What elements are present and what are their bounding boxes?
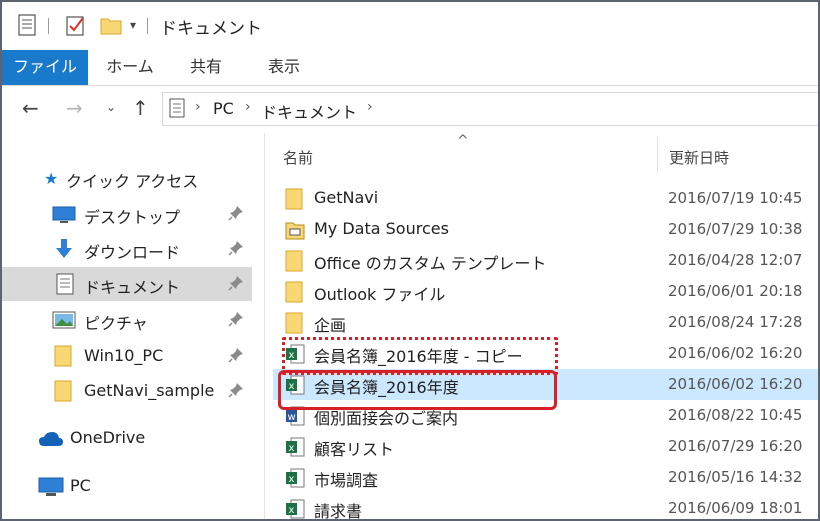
svg-text:x: x bbox=[289, 474, 295, 485]
file-name: Office のカスタム テンプレート bbox=[314, 254, 547, 273]
svg-text:x: x bbox=[289, 443, 295, 454]
new-folder-icon[interactable] bbox=[100, 14, 122, 40]
list-item[interactable]: 企画 2016/08/24 17:28 bbox=[273, 307, 818, 338]
checkmark-icon[interactable] bbox=[66, 14, 86, 40]
breadcrumb-separator-icon: › bbox=[195, 99, 201, 115]
pin-icon[interactable] bbox=[228, 311, 244, 331]
file-name: Outlook ファイル bbox=[314, 285, 446, 304]
sidebar-item-desktop[interactable]: デスクトップ bbox=[2, 197, 252, 231]
list-item[interactable]: x 請求書 2016/06/09 18:01 bbox=[273, 493, 818, 521]
folder-icon bbox=[285, 188, 303, 214]
svg-text:w: w bbox=[288, 412, 296, 423]
recent-locations-chevron-icon[interactable]: ⌄ bbox=[106, 100, 116, 114]
pin-icon[interactable] bbox=[228, 240, 244, 260]
document-location-icon bbox=[169, 98, 185, 122]
file-name: GetNavi bbox=[314, 188, 379, 207]
titlebar-divider bbox=[48, 18, 49, 34]
excel-icon: x bbox=[285, 467, 305, 493]
file-date: 2016/06/02 16:20 bbox=[668, 344, 803, 362]
file-date: 2016/06/09 18:01 bbox=[668, 499, 803, 517]
properties-icon[interactable] bbox=[18, 14, 36, 40]
list-item[interactable]: Office のカスタム テンプレート 2016/04/28 12:07 bbox=[273, 245, 818, 276]
sidebar-item-win10-pc[interactable]: Win10_PC bbox=[2, 339, 252, 373]
list-item[interactable]: Outlook ファイル 2016/06/01 20:18 bbox=[273, 276, 818, 307]
address-bar[interactable]: › PC › ドキュメント › bbox=[162, 92, 818, 126]
ribbon-tabs: ファイル ホーム 共有 表示 bbox=[2, 50, 818, 86]
titlebar-divider bbox=[147, 18, 148, 34]
sidebar-item-downloads[interactable]: ダウンロード bbox=[2, 232, 252, 266]
file-date: 2016/05/16 14:32 bbox=[668, 468, 803, 486]
tab-home[interactable]: ホーム bbox=[98, 50, 162, 85]
column-divider[interactable] bbox=[657, 137, 658, 173]
breadcrumb-pc[interactable]: PC bbox=[213, 99, 234, 118]
breadcrumb-separator-icon: › bbox=[245, 99, 251, 115]
list-item[interactable]: x 顧客リスト 2016/07/29 16:20 bbox=[273, 431, 818, 462]
up-arrow-icon[interactable]: ↑ bbox=[132, 96, 149, 120]
sidebar-item-onedrive[interactable]: OneDrive bbox=[2, 421, 252, 455]
data-folder-icon bbox=[285, 219, 305, 245]
computer-icon bbox=[38, 477, 64, 501]
file-name: 企画 bbox=[314, 316, 347, 335]
window-title: ドキュメント bbox=[160, 19, 262, 39]
navigation-pane: ★ クイック アクセス デスクトップ ダウンロード ドキュメント ピクチャ Wi… bbox=[2, 133, 265, 519]
title-bar: ▾ ドキュメント bbox=[2, 2, 818, 50]
column-header-date-modified[interactable]: 更新日時 bbox=[669, 147, 729, 168]
forward-arrow-icon[interactable]: → bbox=[66, 96, 83, 120]
pin-icon[interactable] bbox=[228, 205, 244, 225]
excel-icon: x bbox=[285, 498, 305, 519]
star-icon: ★ bbox=[44, 169, 59, 188]
file-date: 2016/06/02 16:20 bbox=[668, 375, 803, 393]
picture-icon bbox=[52, 311, 76, 333]
pin-icon[interactable] bbox=[228, 347, 244, 367]
file-name: My Data Sources bbox=[314, 219, 449, 238]
file-date: 2016/06/01 20:18 bbox=[668, 282, 803, 300]
list-item[interactable]: x 市場調査 2016/05/16 14:32 bbox=[273, 462, 818, 493]
explorer-window: ▾ ドキュメント ファイル ホーム 共有 表示 ← → ⌄ ↑ › PC › ド… bbox=[0, 0, 820, 521]
list-item[interactable]: GetNavi 2016/07/19 10:45 bbox=[273, 183, 818, 214]
tab-file[interactable]: ファイル bbox=[2, 50, 88, 85]
file-date: 2016/08/22 10:45 bbox=[668, 406, 803, 424]
breadcrumb-separator-icon: › bbox=[367, 99, 373, 115]
folder-icon bbox=[285, 250, 303, 276]
breadcrumb-documents[interactable]: ドキュメント bbox=[261, 99, 357, 123]
download-icon bbox=[54, 238, 74, 264]
sidebar-item-pc[interactable]: PC bbox=[2, 469, 252, 503]
excel-icon: x bbox=[285, 436, 305, 462]
original-highlight-outline bbox=[278, 370, 557, 410]
cloud-icon bbox=[38, 431, 64, 451]
document-icon bbox=[56, 273, 74, 299]
sort-ascending-icon: ^ bbox=[457, 133, 469, 149]
file-list: ^ 名前 更新日時 GetNavi 2016/07/19 10:45 My Da… bbox=[265, 133, 818, 519]
back-arrow-icon[interactable]: ← bbox=[22, 96, 39, 120]
file-date: 2016/07/29 16:20 bbox=[668, 437, 803, 455]
navigation-bar: ← → ⌄ ↑ › PC › ドキュメント › bbox=[2, 86, 818, 132]
pin-icon[interactable] bbox=[228, 382, 244, 402]
customize-dropdown-icon[interactable]: ▾ bbox=[130, 18, 136, 32]
file-name: 請求書 bbox=[314, 502, 363, 521]
sidebar-item-getnavi-sample[interactable]: GetNavi_sample bbox=[2, 374, 252, 408]
file-name: 市場調査 bbox=[314, 471, 379, 490]
svg-text:x: x bbox=[289, 505, 295, 516]
column-header-name[interactable]: 名前 bbox=[283, 147, 313, 168]
folder-icon bbox=[285, 312, 303, 338]
folder-icon bbox=[54, 345, 72, 371]
file-name: 顧客リスト bbox=[314, 440, 395, 459]
sidebar-item-documents[interactable]: ドキュメント bbox=[2, 267, 252, 301]
desktop-icon bbox=[52, 206, 76, 228]
tab-share[interactable]: 共有 bbox=[178, 50, 234, 85]
folder-icon bbox=[54, 380, 72, 406]
tab-view[interactable]: 表示 bbox=[256, 50, 312, 85]
sidebar-item-quick-access[interactable]: ★ クイック アクセス bbox=[2, 161, 252, 195]
file-date: 2016/08/24 17:28 bbox=[668, 313, 803, 331]
pin-icon[interactable] bbox=[228, 275, 244, 295]
file-date: 2016/07/29 10:38 bbox=[668, 220, 803, 238]
file-date: 2016/07/19 10:45 bbox=[668, 189, 803, 207]
list-item[interactable]: My Data Sources 2016/07/29 10:38 bbox=[273, 214, 818, 245]
sidebar-item-pictures[interactable]: ピクチャ bbox=[2, 303, 252, 337]
file-date: 2016/04/28 12:07 bbox=[668, 251, 803, 269]
folder-icon bbox=[285, 281, 303, 307]
